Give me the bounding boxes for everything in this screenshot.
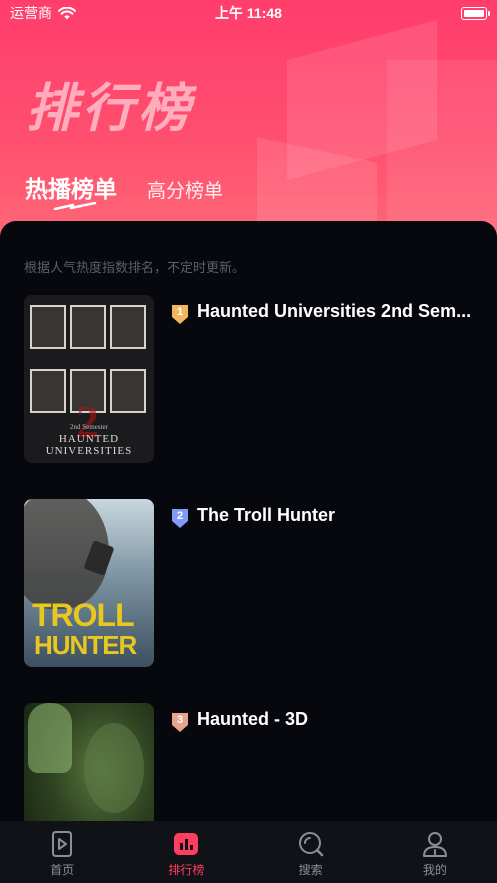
- list-item[interactable]: TROLL HUNTER 2 The Troll Hunter: [24, 499, 474, 669]
- poster-text: TROLL: [32, 597, 135, 633]
- ranking-chart-icon: [174, 833, 199, 855]
- active-tab-indicator: [53, 202, 97, 210]
- tabbar-label: 搜索: [298, 863, 323, 877]
- list-item[interactable]: 2 2nd Semester HAUNTED UNIVERSITIES 1 Ha…: [24, 295, 474, 465]
- tabbar-item-search[interactable]: 搜索: [271, 829, 351, 878]
- rank-number: 2: [176, 510, 184, 522]
- poster-image: [24, 703, 154, 821]
- poster-subtext: 2nd Semester: [70, 423, 108, 431]
- tab-top-rated[interactable]: 高分榜单: [147, 176, 223, 203]
- item-title: Haunted Universities 2nd Sem...: [197, 301, 472, 321]
- profile-icon: [422, 832, 447, 857]
- poster-image: TROLL HUNTER: [24, 499, 154, 667]
- page-title: 排行榜: [26, 80, 195, 138]
- rank-number: 3: [176, 714, 184, 726]
- battery-icon: [461, 6, 490, 20]
- item-title: Haunted - 3D: [197, 709, 309, 729]
- list-item[interactable]: 3 Haunted - 3D: [24, 703, 474, 821]
- rank-badge: 2: [170, 507, 190, 529]
- tabbar-label: 我的: [422, 863, 447, 877]
- poster-image: 2 2nd Semester HAUNTED UNIVERSITIES: [24, 295, 154, 463]
- tab-label: 热播榜单: [25, 176, 117, 202]
- home-play-icon: [52, 831, 73, 857]
- bottom-tab-bar: 首页 排行榜 搜索 我的: [0, 821, 497, 883]
- tabbar-label: 排行榜: [168, 863, 205, 877]
- wifi-icon: [58, 6, 76, 19]
- poster-text: HAUNTED UNIVERSITIES: [45, 433, 133, 457]
- search-icon: [298, 832, 323, 857]
- tabbar-item-ranking[interactable]: 排行榜: [146, 829, 226, 878]
- decor-block: [387, 60, 497, 230]
- ranking-panel: 根据人气热度指数排名，不定时更新。 2 2nd Semester HAUNTED…: [0, 221, 497, 821]
- rank-badge: 1: [170, 303, 190, 325]
- carrier-label: 运营商: [10, 5, 52, 21]
- tabbar-label: 首页: [50, 863, 75, 877]
- rank-number: 1: [176, 306, 184, 318]
- ranking-description: 根据人气热度指数排名，不定时更新。: [24, 260, 246, 275]
- poster-text: HUNTER: [34, 630, 137, 660]
- tabbar-item-home[interactable]: 首页: [22, 829, 102, 878]
- rank-badge: 3: [170, 711, 190, 733]
- tab-hot-list[interactable]: 热播榜单: [25, 170, 117, 210]
- tab-label: 高分榜单: [147, 181, 224, 202]
- tabbar-item-profile[interactable]: 我的: [395, 829, 475, 878]
- status-bar: 运营商 上午 11:48: [0, 0, 497, 26]
- item-title: The Troll Hunter: [197, 505, 336, 525]
- ranking-tabs: 热播榜单 高分榜单: [25, 170, 223, 210]
